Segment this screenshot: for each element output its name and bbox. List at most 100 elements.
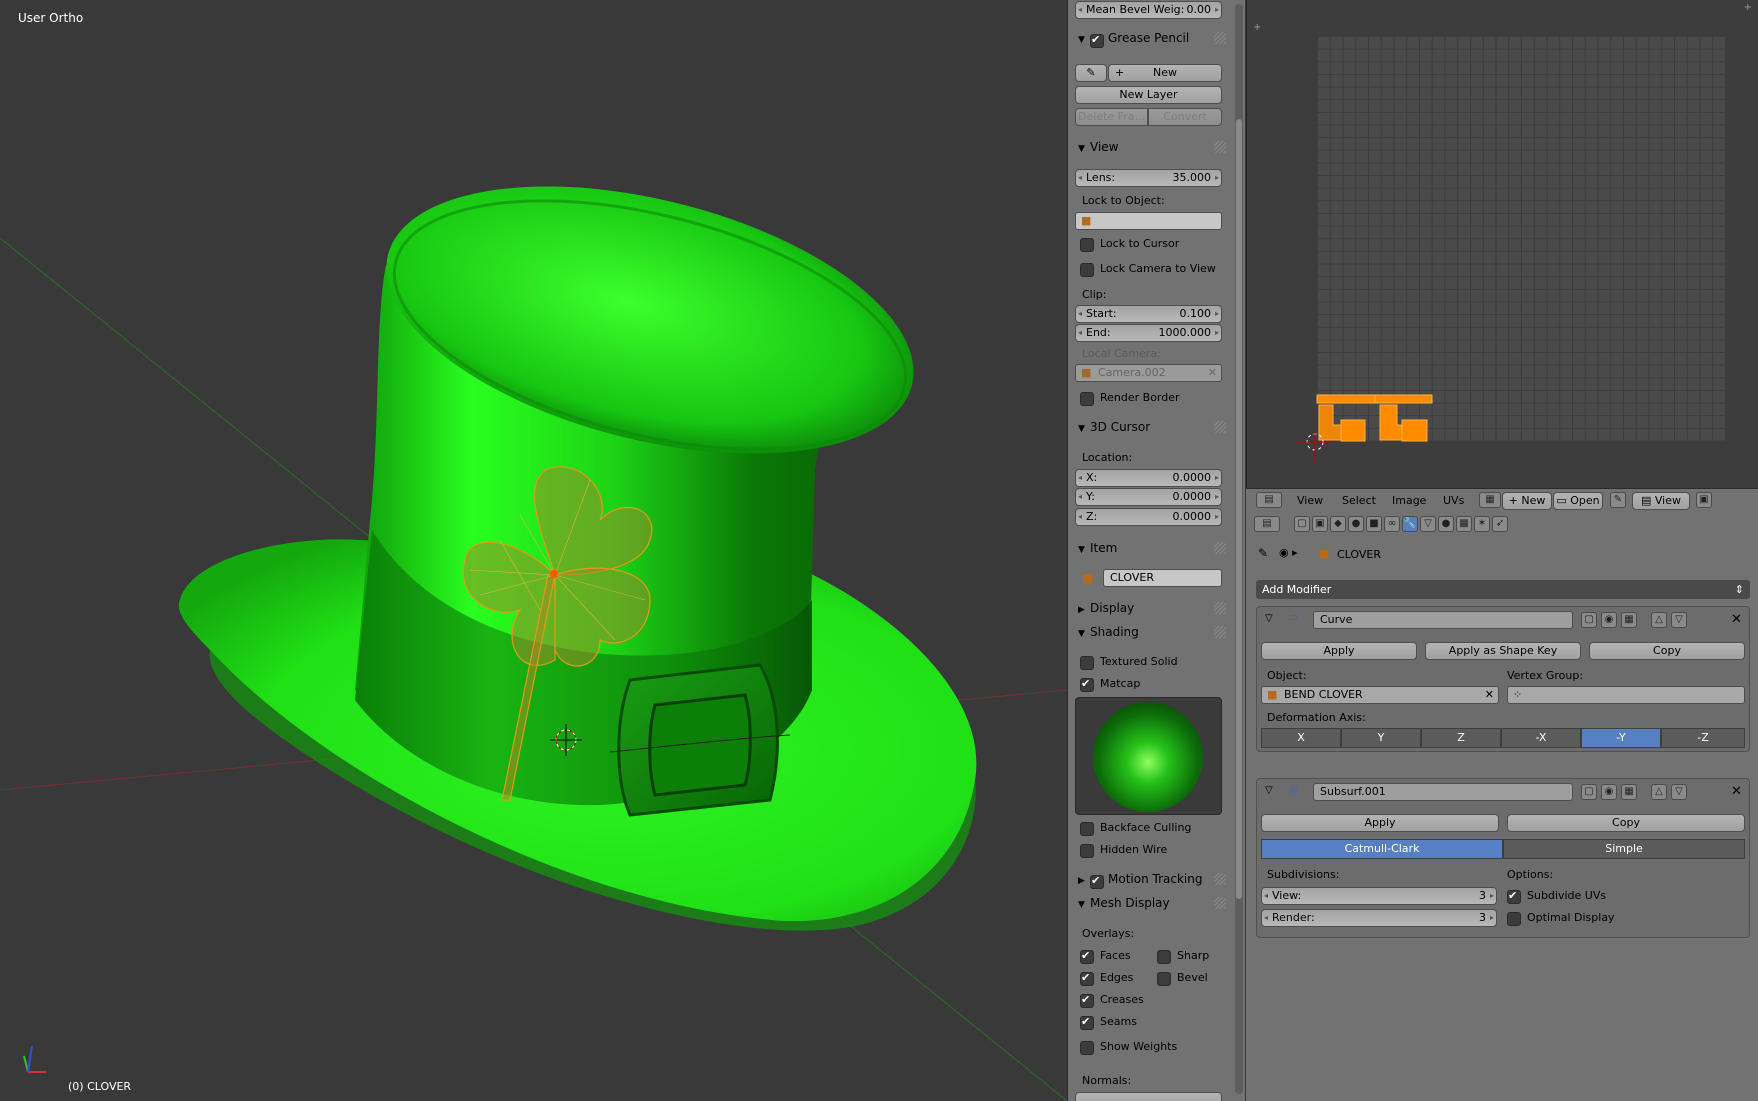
physics-tab-icon[interactable]: ➶	[1492, 516, 1508, 532]
axis-neg-x-button[interactable]: -X	[1501, 728, 1581, 748]
object-tab-icon[interactable]: ■	[1366, 516, 1382, 532]
clip-start-field[interactable]: Start:0.100	[1075, 305, 1222, 323]
hidden-wire-checkbox[interactable]: Hidden Wire	[1080, 842, 1167, 858]
open-image-button[interactable]: ▭ Open	[1553, 492, 1603, 510]
subdivisions-view-field[interactable]: View:3	[1261, 887, 1497, 905]
editmode-toggle-icon[interactable]: ▦	[1621, 612, 1637, 628]
matcap-preview[interactable]	[1075, 697, 1222, 815]
grease-pencil-new-button[interactable]: + New	[1108, 64, 1222, 82]
remove-modifier-icon[interactable]: ✕	[1731, 784, 1742, 799]
render-tab-icon[interactable]: ▢	[1294, 516, 1310, 532]
render-toggle-icon[interactable]: ▢	[1581, 784, 1597, 800]
subsurf-apply-button[interactable]: Apply	[1261, 814, 1499, 832]
mean-bevel-weight-field[interactable]: Mean Bevel Weig:0.00	[1075, 1, 1222, 19]
curve-object-field[interactable]: ■ BEND CLOVER ✕	[1261, 686, 1499, 704]
world-tab-icon[interactable]: ●	[1348, 516, 1364, 532]
new-image-button[interactable]: + New	[1502, 492, 1552, 510]
collapse-arrow-icon[interactable]: ▽	[1265, 613, 1273, 624]
axis-y-button[interactable]: Y	[1341, 728, 1421, 748]
constraints-tab-icon[interactable]: ∞	[1384, 516, 1400, 532]
subsurf-copy-button[interactable]: Copy	[1507, 814, 1745, 832]
uv-islands[interactable]	[1247, 0, 1758, 488]
shading-header[interactable]: ▼ Shading	[1068, 620, 1236, 644]
edges-checkbox[interactable]: Edges	[1080, 970, 1133, 986]
menu-select[interactable]: Select	[1342, 494, 1376, 507]
render-border-checkbox[interactable]: Render Border	[1080, 390, 1180, 406]
axis-neg-y-button[interactable]: -Y	[1581, 728, 1661, 748]
move-up-icon[interactable]: △	[1651, 612, 1667, 628]
sharp-checkbox[interactable]: Sharp	[1157, 948, 1209, 964]
vertex-group-field[interactable]: ⁘	[1507, 686, 1745, 704]
curve-apply-shape-key-button[interactable]: Apply as Shape Key	[1425, 642, 1581, 660]
normals-buttons[interactable]	[1075, 1092, 1222, 1101]
textured-solid-checkbox[interactable]: Textured Solid	[1080, 654, 1178, 670]
subdivisions-render-field[interactable]: Render:3	[1261, 909, 1497, 927]
3d-cursor-header[interactable]: ▼ 3D Cursor	[1068, 415, 1236, 439]
viewport-toggle-icon[interactable]: ◉	[1601, 784, 1617, 800]
pin-context-icon[interactable]: ✎	[1258, 546, 1268, 560]
texture-tab-icon[interactable]: ▩	[1456, 516, 1472, 532]
local-camera-field[interactable]: ■ Camera.002 ✕	[1075, 364, 1222, 382]
lock-to-cursor-checkbox[interactable]: Lock to Cursor	[1080, 236, 1179, 252]
view-header[interactable]: ▼ View	[1068, 135, 1236, 159]
uv-image-editor[interactable]: + +	[1246, 0, 1758, 488]
move-down-icon[interactable]: ▽	[1671, 612, 1687, 628]
lens-field[interactable]: Lens:35.000	[1075, 169, 1222, 187]
pin-icon[interactable]: ✎	[1610, 492, 1626, 508]
matcap-checkbox[interactable]: Matcap	[1080, 676, 1140, 692]
item-name-field[interactable]: CLOVER	[1103, 569, 1222, 587]
particles-tab-icon[interactable]: ✶	[1474, 516, 1490, 532]
remove-modifier-icon[interactable]: ✕	[1731, 612, 1742, 627]
data-tab-icon[interactable]: ▽	[1420, 516, 1436, 532]
convert-button[interactable]: Convert	[1148, 108, 1222, 126]
mesh-display-header[interactable]: ▼ Mesh Display	[1068, 891, 1236, 915]
grease-pencil-header[interactable]: ▼Grease Pencil	[1068, 26, 1236, 50]
motion-tracking-checkbox[interactable]	[1090, 873, 1108, 886]
viewport-toggle-icon[interactable]: ◉	[1601, 612, 1617, 628]
render-layers-tab-icon[interactable]: ▣	[1312, 516, 1328, 532]
cursor-x-field[interactable]: X:0.0000	[1075, 469, 1222, 487]
creases-checkbox[interactable]: Creases	[1080, 992, 1144, 1008]
menu-view[interactable]: View	[1297, 494, 1323, 507]
editor-type-icon[interactable]: ▤	[1256, 492, 1282, 508]
lock-to-object-field[interactable]: ■	[1075, 212, 1222, 230]
viewport-scene[interactable]	[0, 0, 1067, 1101]
delete-frame-button[interactable]: Delete Fra...	[1075, 108, 1148, 126]
cursor-y-field[interactable]: Y:0.0000	[1075, 488, 1222, 506]
axis-x-button[interactable]: X	[1261, 728, 1341, 748]
properties-editor-type-icon[interactable]: ▤	[1254, 516, 1280, 532]
backface-culling-checkbox[interactable]: Backface Culling	[1080, 820, 1191, 836]
curve-apply-button[interactable]: Apply	[1261, 642, 1417, 660]
motion-tracking-header[interactable]: ▶Motion Tracking	[1068, 867, 1236, 891]
camera-view-icon[interactable]: ▣	[1696, 492, 1712, 508]
collapse-arrow-icon[interactable]: ▽	[1265, 785, 1273, 796]
add-modifier-dropdown[interactable]: Add Modifier ⇕	[1256, 580, 1750, 599]
scene-tab-icon[interactable]: ◆	[1330, 516, 1346, 532]
material-tab-icon[interactable]: ●	[1438, 516, 1454, 532]
render-toggle-icon[interactable]: ▢	[1581, 612, 1597, 628]
move-up-icon[interactable]: △	[1651, 784, 1667, 800]
view-mode-select[interactable]: ▤ View	[1632, 492, 1690, 510]
clip-end-field[interactable]: End:1000.000	[1075, 324, 1222, 342]
menu-uvs[interactable]: UVs	[1443, 494, 1464, 507]
subdivide-uvs-checkbox[interactable]: Subdivide UVs	[1507, 888, 1606, 904]
show-weights-checkbox[interactable]: Show Weights	[1080, 1039, 1177, 1055]
bevel-checkbox[interactable]: Bevel	[1157, 970, 1208, 986]
area-split-icon-right[interactable]: +	[1744, 2, 1752, 13]
cursor-z-field[interactable]: Z:0.0000	[1075, 508, 1222, 526]
axis-neg-z-button[interactable]: -Z	[1661, 728, 1745, 748]
modifiers-tab-icon[interactable]: 🔧	[1402, 516, 1418, 532]
faces-checkbox[interactable]: Faces	[1080, 948, 1131, 964]
grease-pencil-icon[interactable]: ✎	[1075, 64, 1107, 82]
seams-checkbox[interactable]: Seams	[1080, 1014, 1137, 1030]
axis-z-button[interactable]: Z	[1421, 728, 1501, 748]
curve-copy-button[interactable]: Copy	[1589, 642, 1745, 660]
menu-image[interactable]: Image	[1392, 494, 1426, 507]
curve-modifier-name[interactable]: Curve	[1313, 611, 1573, 629]
item-header[interactable]: ▼ Item	[1068, 536, 1236, 560]
simple-button[interactable]: Simple	[1503, 839, 1745, 859]
3d-viewport[interactable]: User Ortho (0) CLOVER	[0, 0, 1067, 1101]
lock-camera-to-view-checkbox[interactable]: Lock Camera to View	[1080, 261, 1216, 277]
grease-pencil-checkbox[interactable]	[1090, 32, 1108, 45]
optimal-display-checkbox[interactable]: Optimal Display	[1507, 910, 1615, 926]
